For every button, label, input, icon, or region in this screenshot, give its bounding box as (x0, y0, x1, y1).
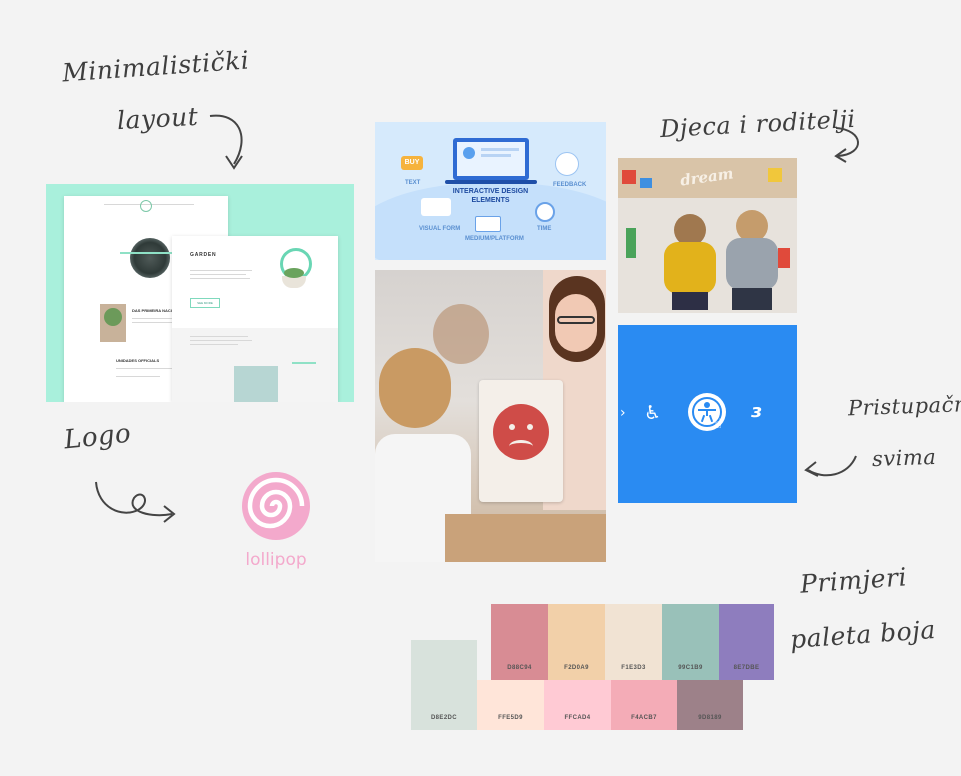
swatch-bottom-4: 9D8189 (677, 680, 743, 730)
time-icon (535, 202, 555, 222)
curved-arrow-icon (834, 127, 859, 163)
minimal-layout-mockup: DAS PRIMEIRA NACIONAL UNIDADES OFFICIALS… (46, 184, 354, 402)
pointer-cursor-icon: ☝ (714, 417, 722, 432)
annotation-accessible-line2: svima (871, 444, 937, 472)
curved-arrow-icon (804, 455, 857, 477)
kids-playing-photo: dream (618, 158, 797, 313)
interactive-design-card: INTERACTIVE DESIGN ELEMENTS BUY TEXT FEE… (375, 122, 606, 260)
layout-photo (234, 366, 278, 402)
layout-subtitle: UNIDADES OFFICIALS (116, 358, 160, 363)
label-feedback: FEEDBACK (553, 182, 587, 188)
lollipop-logo: lollipop (236, 470, 316, 580)
loop-arrow-icon (95, 481, 176, 523)
potted-plant-image (100, 304, 126, 342)
hearing-icon[interactable]: ɜ (752, 401, 762, 422)
layout-button[interactable]: SEE MORE (190, 298, 220, 308)
sad-face-icon (493, 404, 549, 460)
palette-bottom: D8E2DC FFE5D9 FFCAD4 F4ACB7 9D8189 (411, 640, 743, 730)
plant-logo-icon (140, 200, 152, 212)
succulent-image (130, 238, 170, 278)
swatch-bottom-0: D8E2DC (411, 640, 477, 730)
annotation-palettes-line2: paleta boja (789, 614, 937, 655)
therapy-photo (375, 270, 606, 562)
swatch-bottom-3: F4ACB7 (611, 680, 677, 730)
label-medium-platform: MEDIUM/PLATFORM (465, 236, 524, 242)
medium-platform-icon (475, 216, 501, 232)
annotation-kids-parents: Djeca i roditelji (659, 104, 857, 144)
visual-form-icon (421, 198, 451, 216)
lollipop-spiral-icon (242, 472, 310, 540)
moodboard: Minimalistički layout Djeca i roditelji … (0, 0, 961, 776)
label-time: TIME (537, 226, 552, 232)
annotation-logo: Logo (62, 418, 133, 456)
layout-section-title: GARDEN (190, 252, 217, 258)
table-surface (445, 514, 606, 562)
accessibility-card: › ♿ ☝ ɜ (618, 325, 797, 503)
swatch-bottom-1: FFE5D9 (477, 680, 544, 730)
interactive-title-line1: INTERACTIVE DESIGN (452, 188, 529, 195)
geometric-plant-image (272, 248, 316, 292)
annotation-accessible-line1: Pristupačno (847, 391, 961, 421)
label-text: TEXT (405, 180, 421, 186)
layout-page-right: GARDEN SEE MORE (172, 236, 338, 402)
buy-badge: BUY (401, 156, 423, 170)
laptop-icon (453, 138, 529, 180)
label-visual-form: VISUAL FORM (419, 226, 461, 232)
feedback-badge (555, 152, 579, 176)
wheelchair-icon[interactable]: ♿ (644, 402, 661, 424)
swatch-bottom-2: FFCAD4 (544, 680, 611, 730)
annotation-minimal-layout-line2: layout (116, 101, 199, 136)
child-grey-shirt (722, 210, 782, 310)
annotation-palettes-line1: Primjeri (799, 562, 908, 599)
emotion-card (479, 380, 563, 502)
chevron-left-icon[interactable]: › (620, 405, 626, 421)
child-yellow-shirt (662, 214, 718, 310)
curved-arrow-icon (209, 114, 243, 170)
annotation-minimal-layout-line1: Minimalistički (61, 45, 251, 88)
interactive-title-line2: ELEMENTS (471, 197, 510, 204)
brand-name: lollipop (245, 550, 307, 570)
